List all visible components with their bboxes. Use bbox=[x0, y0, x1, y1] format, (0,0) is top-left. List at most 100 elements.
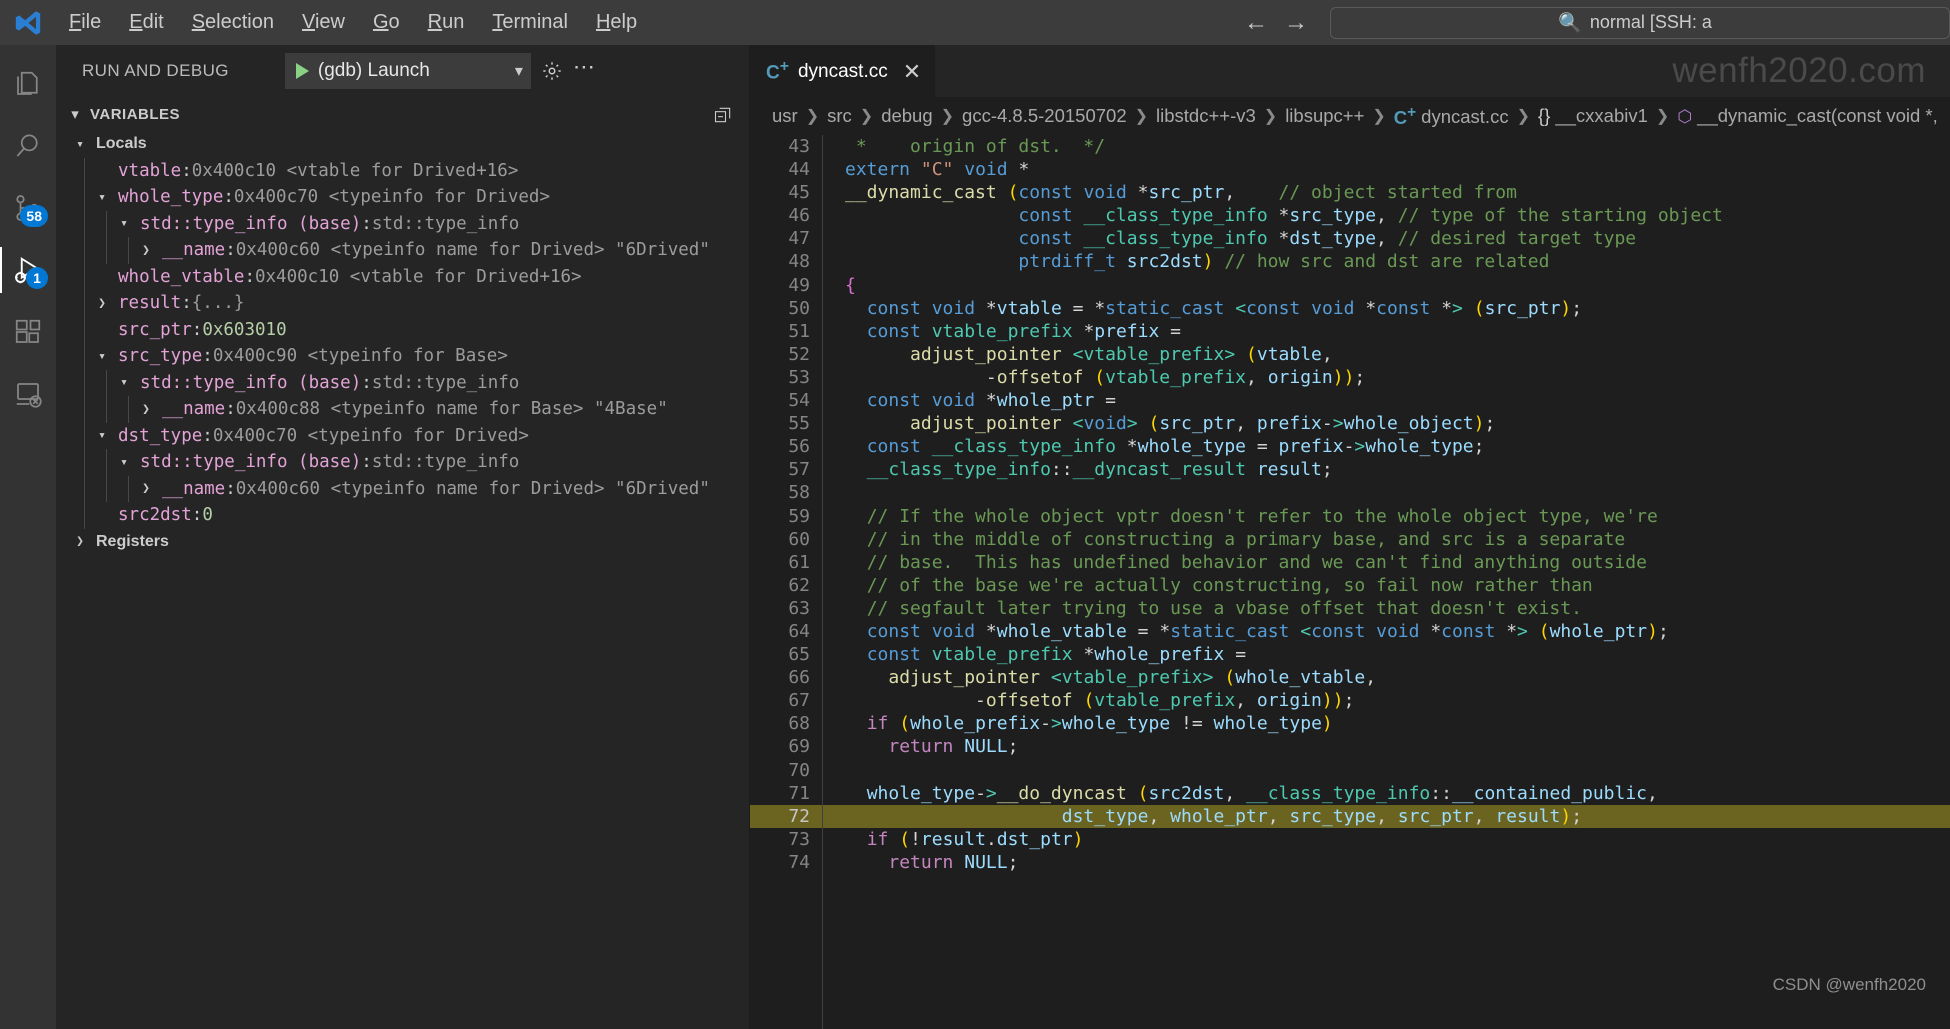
line-number[interactable]: 45 bbox=[750, 181, 822, 204]
menu-help[interactable]: Help bbox=[583, 7, 650, 38]
line-number[interactable]: 46 bbox=[750, 204, 822, 227]
variable-row[interactable]: ▾src_type: 0x400c90 <typeinfo for Base> bbox=[56, 343, 749, 370]
code-line[interactable]: adjust_pointer <vtable_prefix> (vtable, bbox=[823, 343, 1950, 366]
variable-row[interactable]: ❯result: {...} bbox=[56, 290, 749, 317]
line-number[interactable]: 63 bbox=[750, 597, 822, 620]
breadcrumb[interactable]: usr❯src❯debug❯gcc-4.8.5-20150702❯libstdc… bbox=[750, 97, 1950, 135]
line-number[interactable]: 60 bbox=[750, 528, 822, 551]
line-number[interactable]: 48 bbox=[750, 250, 822, 273]
variable-row[interactable]: whole_vtable: 0x400c10 <vtable for Drive… bbox=[56, 264, 749, 291]
variable-row[interactable]: ❯__name: 0x400c60 <typeinfo name for Dri… bbox=[56, 476, 749, 503]
activity-item-explorer[interactable] bbox=[0, 53, 56, 115]
breadcrumb-item[interactable]: debug bbox=[881, 105, 932, 127]
line-number[interactable]: 56 bbox=[750, 435, 822, 458]
arrow-left-icon[interactable]: ← bbox=[1244, 11, 1268, 35]
code-line[interactable]: extern "C" void * bbox=[823, 158, 1950, 181]
arrow-right-icon[interactable]: → bbox=[1284, 11, 1308, 35]
variable-row[interactable]: ❯__name: 0x400c88 <typeinfo name for Bas… bbox=[56, 396, 749, 423]
chevron-right-icon[interactable]: ❯ bbox=[136, 243, 156, 258]
code-line[interactable]: -offsetof (vtable_prefix, origin)); bbox=[823, 366, 1950, 389]
variables-tree[interactable]: ▾Locals vtable: 0x400c10 <vtable for Dri… bbox=[56, 131, 749, 1029]
menu-run[interactable]: Run bbox=[415, 7, 478, 38]
chevron-down-icon[interactable]: ▾ bbox=[70, 137, 90, 152]
line-number[interactable]: 67 bbox=[750, 689, 822, 712]
chevron-right-icon[interactable]: ❯ bbox=[70, 534, 90, 549]
code-line[interactable]: * origin of dst. */ bbox=[823, 135, 1950, 158]
code-line[interactable]: if (!result.dst_ptr) bbox=[823, 828, 1950, 851]
breadcrumb-item[interactable]: libstdc++-v3 bbox=[1156, 105, 1256, 127]
variables-section-header[interactable]: ▾ VARIABLES bbox=[56, 97, 749, 131]
chevron-down-icon[interactable]: ▾ bbox=[92, 428, 112, 443]
line-number[interactable]: 55 bbox=[750, 412, 822, 435]
menu-view[interactable]: View bbox=[289, 7, 358, 38]
code-line[interactable]: // in the middle of constructing a prima… bbox=[823, 528, 1950, 551]
activity-item-extensions[interactable] bbox=[0, 301, 56, 363]
variable-row[interactable]: ▾whole_type: 0x400c70 <typeinfo for Driv… bbox=[56, 184, 749, 211]
code-line[interactable]: const __class_type_info *dst_type, // de… bbox=[823, 227, 1950, 250]
line-number[interactable]: 59 bbox=[750, 505, 822, 528]
breadcrumb-item[interactable]: {}__cxxabiv1 bbox=[1538, 105, 1648, 127]
line-number[interactable]: 43 bbox=[750, 135, 822, 158]
line-number[interactable]: 44 bbox=[750, 158, 822, 181]
menu-edit[interactable]: Edit bbox=[116, 7, 176, 38]
command-center[interactable]: 🔍 normal [SSH: a bbox=[1330, 7, 1950, 39]
line-number-gutter[interactable]: 4344454647484950515253545556575859606162… bbox=[750, 135, 822, 1029]
activity-item-remote-explorer[interactable] bbox=[0, 363, 56, 425]
breadcrumb-item[interactable]: C+dyncast.cc bbox=[1394, 103, 1509, 128]
play-icon[interactable] bbox=[296, 63, 309, 79]
line-number[interactable]: 50 bbox=[750, 297, 822, 320]
variable-row[interactable]: ▾std::type_info (base): std::type_info bbox=[56, 449, 749, 476]
line-number[interactable]: 73 bbox=[750, 828, 822, 851]
variable-row[interactable]: ❯__name: 0x400c60 <typeinfo name for Dri… bbox=[56, 237, 749, 264]
breadcrumb-item[interactable]: libsupc++ bbox=[1285, 105, 1364, 127]
line-number[interactable]: 65 bbox=[750, 643, 822, 666]
code-line[interactable]: ptrdiff_t src2dst) // how src and dst ar… bbox=[823, 250, 1950, 273]
code-line[interactable]: if (whole_prefix->whole_type != whole_ty… bbox=[823, 712, 1950, 735]
chevron-right-icon[interactable]: ❯ bbox=[92, 296, 112, 311]
menu-terminal[interactable]: Terminal bbox=[479, 7, 581, 38]
line-number[interactable]: 68 bbox=[750, 712, 822, 735]
variable-row[interactable]: src_ptr: 0x603010 bbox=[56, 317, 749, 344]
line-number[interactable]: 69 bbox=[750, 735, 822, 758]
tab-dyncast-cc[interactable]: C+ dyncast.cc ✕ bbox=[750, 45, 935, 97]
line-number[interactable]: 74 bbox=[750, 851, 822, 874]
menu-go[interactable]: Go bbox=[360, 7, 413, 38]
code-line[interactable]: -offsetof (vtable_prefix, origin)); bbox=[823, 689, 1950, 712]
line-number[interactable]: 61 bbox=[750, 551, 822, 574]
code-line[interactable]: // base. This has undefined behavior and… bbox=[823, 551, 1950, 574]
collapse-all-icon[interactable] bbox=[713, 105, 733, 130]
code-line[interactable]: return NULL; bbox=[823, 735, 1950, 758]
line-number-current[interactable]: ⮞72 bbox=[750, 805, 822, 828]
code-line[interactable]: whole_type->__do_dyncast (src2dst, __cla… bbox=[823, 782, 1950, 805]
code-line[interactable]: const void *whole_vtable = *static_cast … bbox=[823, 620, 1950, 643]
line-number[interactable]: 47 bbox=[750, 227, 822, 250]
line-number[interactable]: 66 bbox=[750, 666, 822, 689]
code-line[interactable]: const void *whole_ptr = bbox=[823, 389, 1950, 412]
line-number[interactable]: 62 bbox=[750, 574, 822, 597]
line-number[interactable]: 53 bbox=[750, 366, 822, 389]
code-line[interactable]: const vtable_prefix *prefix = bbox=[823, 320, 1950, 343]
code-line-current[interactable]: dst_type, whole_ptr, src_type, src_ptr, … bbox=[823, 805, 1950, 828]
code-content[interactable]: * origin of dst. */extern "C" void *__dy… bbox=[822, 135, 1950, 1029]
code-line[interactable]: __dynamic_cast (const void *src_ptr, // … bbox=[823, 181, 1950, 204]
variable-row[interactable]: vtable: 0x400c10 <vtable for Drived+16> bbox=[56, 158, 749, 185]
code-line[interactable] bbox=[823, 759, 1950, 782]
chevron-down-icon[interactable]: ▾ bbox=[92, 190, 112, 205]
activity-item-run-and-debug[interactable]: 1 bbox=[0, 239, 56, 301]
line-number[interactable]: 71 bbox=[750, 782, 822, 805]
chevron-down-icon[interactable]: ▾ bbox=[92, 349, 112, 364]
code-line[interactable]: // of the base we're actually constructi… bbox=[823, 574, 1950, 597]
breadcrumb-item[interactable]: src bbox=[827, 105, 852, 127]
chevron-down-icon[interactable]: ▾ bbox=[114, 375, 134, 390]
line-number[interactable]: 58 bbox=[750, 481, 822, 504]
line-number[interactable]: 54 bbox=[750, 389, 822, 412]
variable-row[interactable]: src2dst: 0 bbox=[56, 502, 749, 529]
code-line[interactable]: return NULL; bbox=[823, 851, 1950, 874]
line-number[interactable]: 70 bbox=[750, 759, 822, 782]
line-number[interactable]: 52 bbox=[750, 343, 822, 366]
code-line[interactable]: const void *vtable = *static_cast <const… bbox=[823, 297, 1950, 320]
chevron-down-icon[interactable]: ▾ bbox=[515, 61, 523, 81]
chevron-down-icon[interactable]: ▾ bbox=[114, 216, 134, 231]
code-line[interactable]: const __class_type_info *whole_type = pr… bbox=[823, 435, 1950, 458]
breadcrumb-item[interactable]: gcc-4.8.5-20150702 bbox=[962, 105, 1127, 127]
